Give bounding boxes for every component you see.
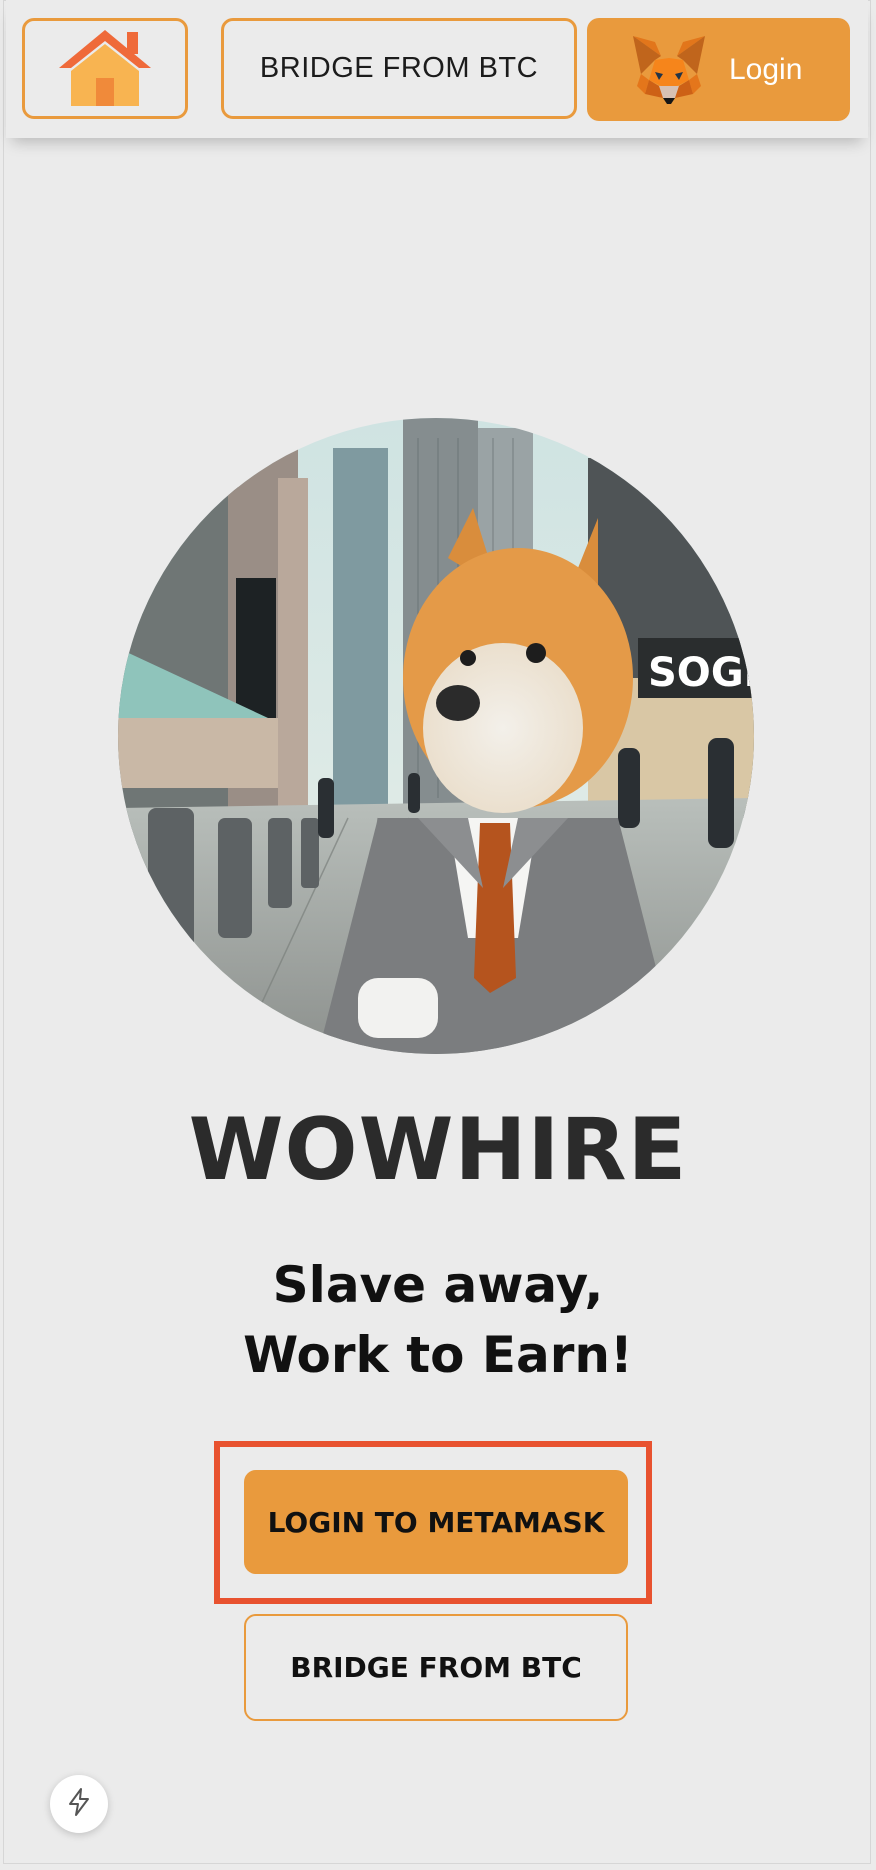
house-icon xyxy=(57,26,153,112)
lightning-badge-button[interactable] xyxy=(50,1775,108,1833)
lightning-icon xyxy=(66,1787,92,1821)
tagline-line-2: Work to Earn! xyxy=(243,1326,633,1384)
login-to-metamask-button[interactable]: LOGIN TO METAMASK xyxy=(244,1470,628,1574)
login-label: Login xyxy=(729,52,803,86)
login-button[interactable]: Login xyxy=(587,18,850,121)
home-button[interactable] xyxy=(22,18,188,119)
tagline-line-1: Slave away, xyxy=(272,1256,604,1314)
hero-image-shiba-city: SOGE xyxy=(118,418,754,1054)
top-nav-bar: BRIDGE FROM BTC Login xyxy=(6,0,868,138)
bridge-from-btc-label: BRIDGE FROM BTC xyxy=(290,1651,582,1684)
login-to-metamask-label: LOGIN TO METAMASK xyxy=(267,1505,605,1539)
shop-sign-text: SOGE xyxy=(648,650,754,696)
page-title: WOWHIRE xyxy=(188,1100,688,1200)
bridge-from-btc-nav-button[interactable]: BRIDGE FROM BTC xyxy=(221,18,577,119)
bridge-nav-label: BRIDGE FROM BTC xyxy=(259,52,539,84)
metamask-fox-icon xyxy=(631,34,707,106)
tagline: Slave away, Work to Earn! xyxy=(0,1250,876,1390)
bridge-from-btc-button[interactable]: BRIDGE FROM BTC xyxy=(244,1614,628,1721)
